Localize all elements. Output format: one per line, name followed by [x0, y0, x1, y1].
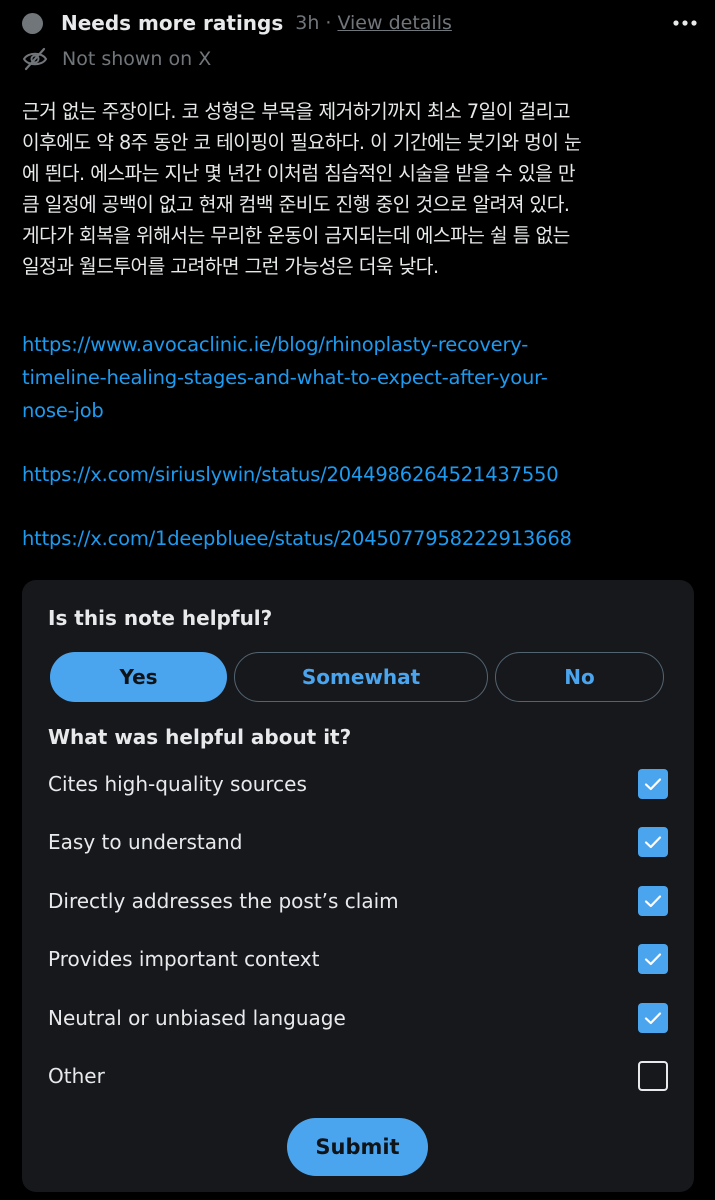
note-line: 근거 없는 주장이다. 코 성형은 부목을 제거하기까지 최소 7일이 걸리고 — [22, 100, 570, 123]
checkbox-checked[interactable] — [638, 944, 668, 974]
checkbox-checked[interactable] — [638, 886, 668, 916]
source-link-1deepbluee[interactable]: https://x.com/1deepbluee/status/20450779… — [22, 522, 702, 555]
link-spacer — [22, 427, 702, 458]
note-meta: 3h · View details — [295, 12, 452, 34]
view-details-link[interactable]: View details — [337, 12, 451, 34]
somewhat-button[interactable]: Somewhat — [234, 652, 488, 702]
checkmark-icon — [644, 836, 662, 849]
option-cites-sources[interactable]: Cites high-quality sources — [48, 768, 668, 800]
link-line: timeline-healing-stages-and-what-to-expe… — [22, 366, 548, 389]
option-label: Other — [48, 1064, 105, 1088]
source-link-avocaclinic[interactable]: https://www.avocaclinic.ie/blog/rhinopla… — [22, 328, 702, 427]
rating-panel: Is this note helpful? Yes Somewhat No Wh… — [22, 580, 694, 1192]
option-label: Directly addresses the post’s claim — [48, 889, 399, 913]
option-label: Provides important context — [48, 947, 320, 971]
status-title: Needs more ratings — [61, 11, 284, 35]
meta-separator: · — [325, 12, 332, 34]
link-line: nose-job — [22, 399, 104, 422]
option-other[interactable]: Other — [48, 1060, 668, 1092]
checkmark-icon — [644, 778, 662, 791]
checkbox-checked[interactable] — [638, 827, 668, 857]
no-button[interactable]: No — [495, 652, 664, 702]
more-horizontal-icon[interactable] — [673, 8, 697, 38]
source-links: https://www.avocaclinic.ie/blog/rhinopla… — [22, 328, 702, 555]
submit-button[interactable]: Submit — [287, 1118, 428, 1176]
note-text: 근거 없는 주장이다. 코 성형은 부목을 제거하기까지 최소 7일이 걸리고 … — [22, 96, 694, 282]
yes-button[interactable]: Yes — [50, 652, 227, 702]
option-label: Neutral or unbiased language — [48, 1006, 346, 1030]
timestamp: 3h — [295, 12, 320, 34]
option-neutral-language[interactable]: Neutral or unbiased language — [48, 1002, 668, 1034]
note-line: 에 띈다. 에스파는 지난 몇 년간 이처럼 침습적인 시술을 받을 수 있을 … — [22, 162, 576, 185]
option-label: Easy to understand — [48, 830, 243, 854]
eye-off-icon — [22, 47, 48, 71]
helpful-question: Is this note helpful? — [48, 606, 273, 630]
note-line: 게다가 회복을 위해서는 무리한 운동이 금지되는데 에스파는 쉴 틈 없는 — [22, 224, 570, 247]
checkmark-icon — [644, 1012, 662, 1025]
note-status-header: Needs more ratings 3h · View details — [22, 8, 697, 38]
checkmark-icon — [644, 895, 662, 908]
option-easy-to-understand[interactable]: Easy to understand — [48, 826, 668, 858]
source-link-siriuslywin[interactable]: https://x.com/siriuslywin/status/2044986… — [22, 458, 702, 491]
helpful-choice-group: Yes Somewhat No — [50, 652, 664, 702]
status-dot-icon — [22, 12, 43, 34]
checkbox-checked[interactable] — [638, 1003, 668, 1033]
option-label: Cites high-quality sources — [48, 772, 307, 796]
note-line: 큼 일정에 공백이 없고 현재 컴백 준비도 진행 중인 것으로 알려져 있다. — [22, 193, 570, 216]
visibility-status: Not shown on X — [22, 44, 211, 74]
note-line: 일정과 월드투어를 고려하면 그런 가능성은 더욱 낮다. — [22, 255, 439, 278]
checkbox-unchecked[interactable] — [638, 1061, 668, 1091]
option-addresses-claim[interactable]: Directly addresses the post’s claim — [48, 885, 668, 917]
note-line: 이후에도 약 8주 동안 코 테이핑이 필요하다. 이 기간에는 붓기와 멍이 … — [22, 131, 582, 154]
link-line: https://www.avocaclinic.ie/blog/rhinopla… — [22, 333, 529, 356]
link-spacer — [22, 491, 702, 522]
checkbox-checked[interactable] — [638, 769, 668, 799]
option-important-context[interactable]: Provides important context — [48, 943, 668, 975]
checkmark-icon — [644, 953, 662, 966]
not-shown-label: Not shown on X — [62, 48, 212, 70]
reasons-question: What was helpful about it? — [48, 725, 352, 749]
